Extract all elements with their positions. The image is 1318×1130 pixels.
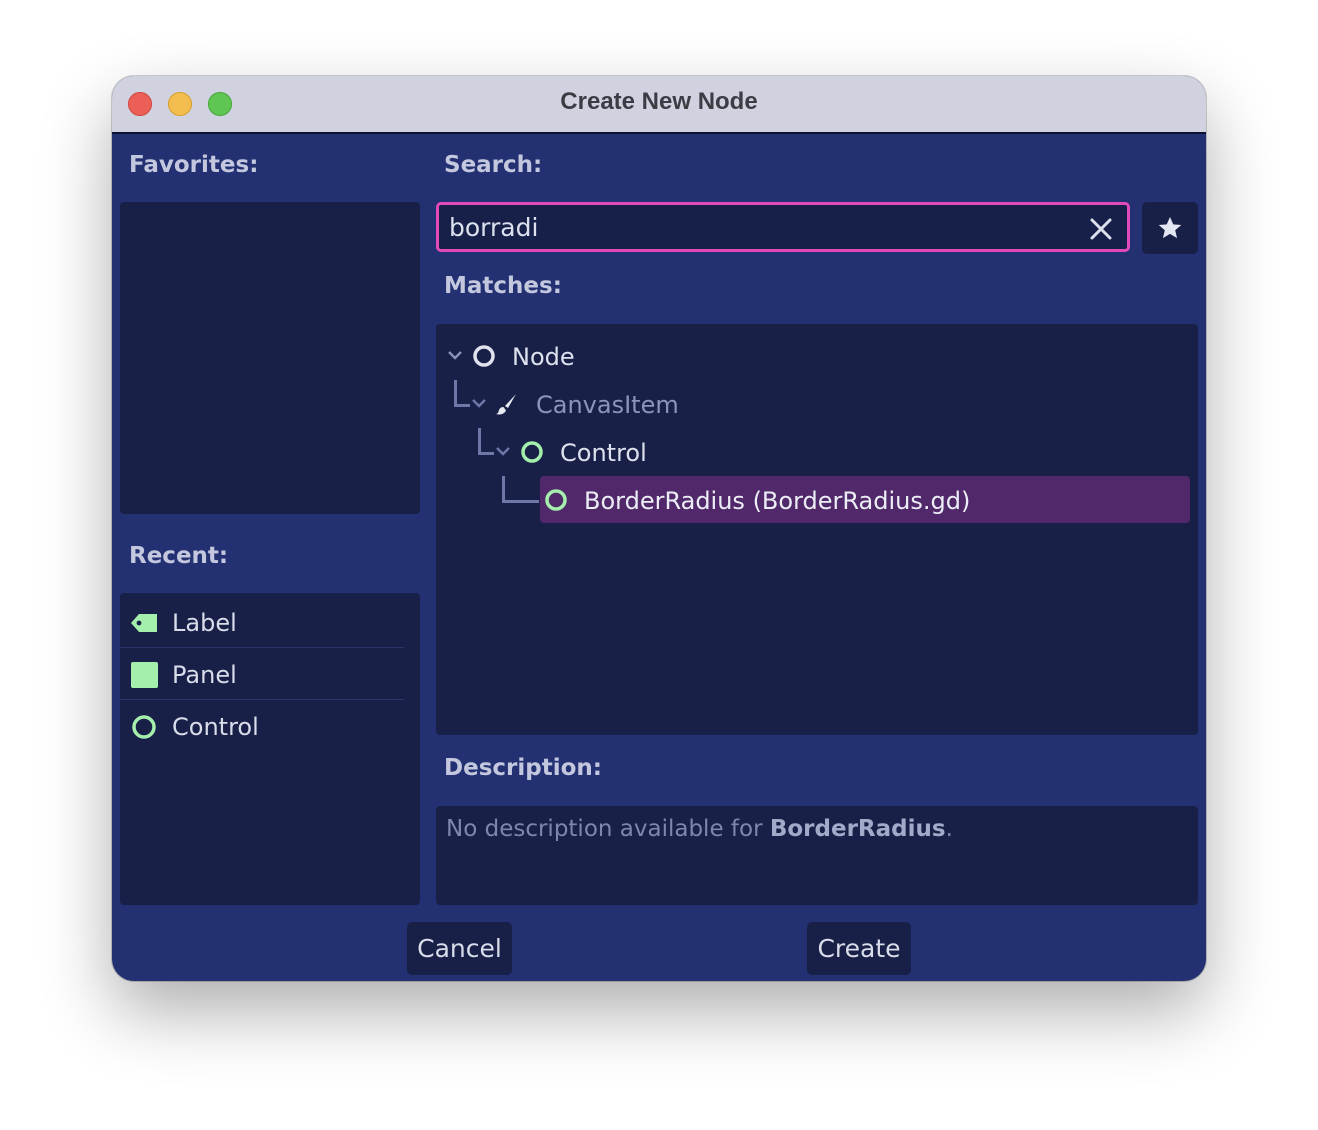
tree-item-control[interactable]: Control	[436, 429, 1198, 475]
recent-item-text: Label	[172, 609, 237, 637]
create-button[interactable]: Create	[807, 922, 911, 975]
favorite-button[interactable]	[1142, 202, 1198, 254]
tree-guide-line	[502, 476, 539, 503]
tree-item-canvasitem[interactable]: CanvasItem	[436, 381, 1198, 427]
recent-item-control[interactable]: Control	[120, 701, 404, 751]
recent-item-text: Control	[172, 713, 259, 741]
tree-item-node[interactable]: Node	[436, 333, 1198, 379]
chevron-down-icon[interactable]	[447, 349, 463, 361]
divider	[120, 647, 404, 648]
recent-item-text: Panel	[172, 661, 237, 689]
node-circle-icon	[473, 345, 495, 367]
description-suffix: .	[945, 816, 953, 842]
description-prefix: No description available for	[446, 816, 770, 842]
description-class-name: BorderRadius	[769, 816, 946, 842]
description-label: Description:	[444, 755, 602, 781]
search-input[interactable]: borradi	[436, 202, 1130, 252]
favorites-list[interactable]	[120, 202, 420, 514]
clear-icon[interactable]	[1089, 217, 1113, 241]
tree-item-label: BorderRadius (BorderRadius.gd)	[584, 487, 971, 515]
create-new-node-dialog: Create New Node Favorites: Recent: Label…	[112, 76, 1206, 981]
paintbrush-icon	[496, 394, 516, 415]
tree-item-label: Control	[560, 439, 647, 467]
recent-item-label[interactable]: Label	[120, 597, 404, 647]
matches-tree[interactable]: Node CanvasItem Control BorderRadius (Bo…	[436, 324, 1198, 735]
chevron-down-icon[interactable]	[471, 397, 487, 409]
search-label: Search:	[444, 152, 543, 178]
title-bar: Create New Node	[112, 76, 1206, 134]
divider	[120, 699, 404, 700]
description-panel: No description available for BorderRadiu…	[436, 806, 1198, 905]
control-circle-icon	[521, 441, 543, 463]
cancel-button[interactable]: Cancel	[407, 922, 512, 975]
matches-label: Matches:	[444, 273, 562, 299]
star-icon	[1158, 217, 1182, 239]
recent-item-panel[interactable]: Panel	[120, 649, 404, 699]
chevron-down-icon[interactable]	[495, 445, 511, 457]
description-text: No description available for BorderRadiu…	[446, 816, 953, 842]
label-tag-icon	[131, 614, 157, 632]
recent-list[interactable]: Label Panel Control	[120, 593, 420, 905]
tree-item-label: Node	[512, 343, 575, 371]
search-input-value[interactable]: borradi	[449, 213, 538, 242]
control-circle-icon	[545, 489, 567, 511]
recent-label: Recent:	[129, 543, 229, 569]
favorites-label: Favorites:	[129, 152, 259, 178]
tree-item-label: CanvasItem	[536, 391, 679, 419]
panel-square-icon	[131, 662, 158, 688]
tree-item-borderradius[interactable]: BorderRadius (BorderRadius.gd)	[540, 477, 1190, 523]
window-title: Create New Node	[560, 88, 758, 115]
control-circle-icon	[132, 715, 156, 739]
